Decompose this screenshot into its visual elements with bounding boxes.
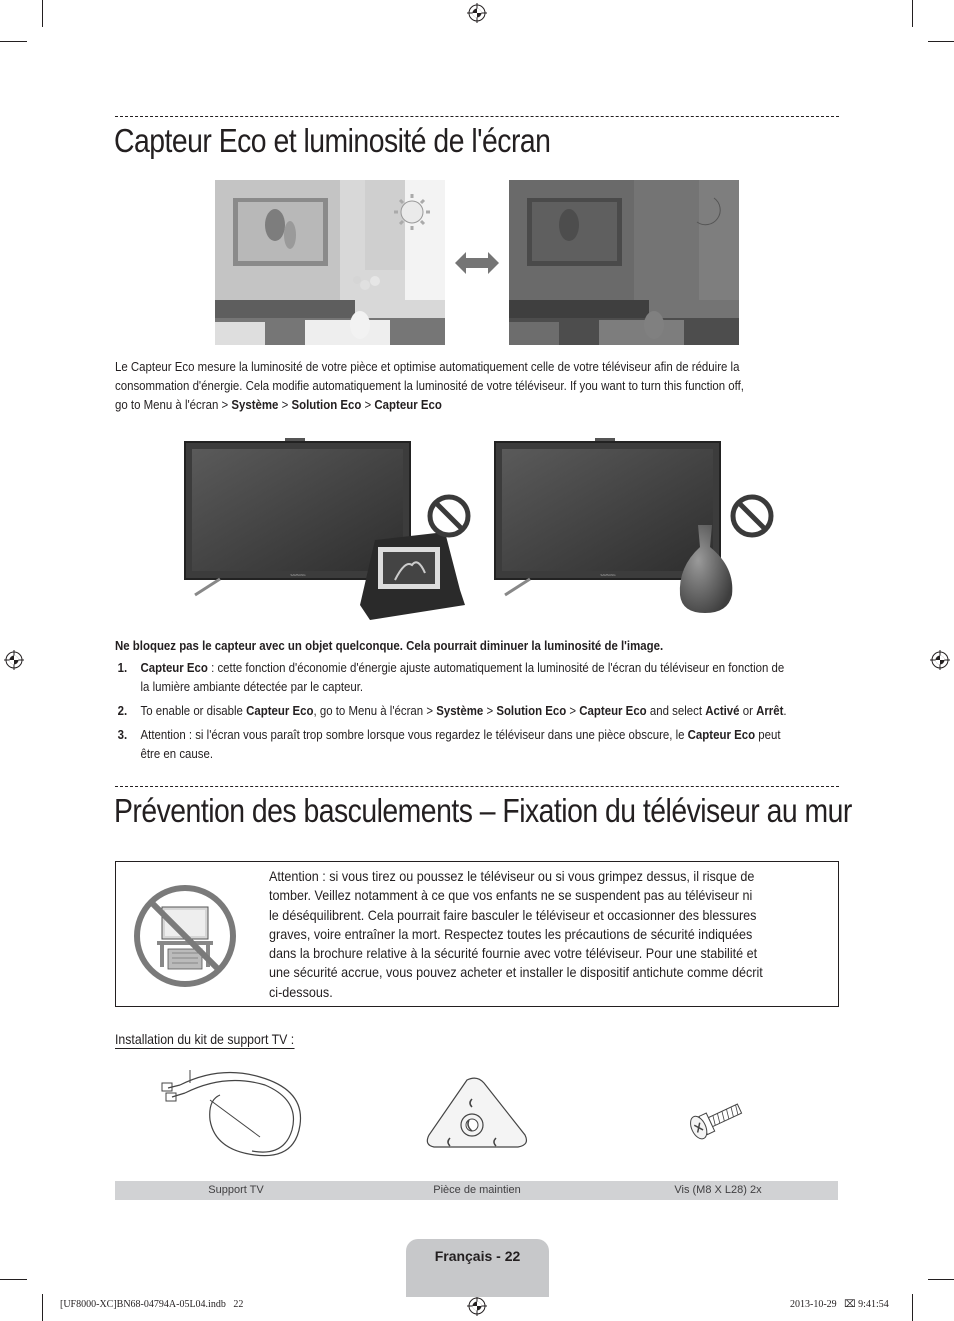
menu-path-sep: > <box>278 397 292 412</box>
list-text-part: la lumière ambiante détectée par le capt… <box>140 679 364 694</box>
menu-path-eco-solution: Solution Eco <box>291 397 362 412</box>
registration-mark-icon <box>467 3 487 23</box>
list-text: Attention : si l'écran vous paraît trop … <box>141 725 827 763</box>
list-text-part: , go to Menu à l'écran > <box>313 703 437 718</box>
term-eco-sensor: Capteur Eco <box>687 727 756 742</box>
warning-line: une sécurité accrue, vous pouvez acheter… <box>269 964 763 981</box>
term-eco-sensor: Capteur Eco <box>579 703 647 718</box>
print-timestamp: 2013-10-29 ⌧ 9:41:54 <box>790 1299 889 1310</box>
menu-path-eco-sensor: Capteur Eco <box>374 397 442 412</box>
bright-room-photo <box>215 180 445 345</box>
list-number: 3. <box>117 727 128 742</box>
section-divider <box>115 116 839 117</box>
kit-item-label: Pièce de maintien <box>433 1184 521 1196</box>
list-text: Capteur Eco : cette fonction d'économie … <box>141 658 827 696</box>
menu-path-sep: > <box>361 397 375 412</box>
list-number: 2. <box>117 703 128 718</box>
list-text-part: To enable or disable <box>140 703 247 718</box>
prohibited-icon <box>427 494 471 538</box>
list-text-part: peut <box>755 727 781 742</box>
list-text: To enable or disable Capteur Eco, go to … <box>141 701 827 720</box>
warning-line: tomber. Veillez notamment à ce que vos e… <box>269 887 753 904</box>
tv-with-vase-illustration: SAMSUNG <box>494 438 733 613</box>
registration-mark-icon <box>4 650 24 670</box>
holder-piece-illustration <box>426 1077 528 1148</box>
screw-illustration <box>690 1103 743 1140</box>
prohibited-icon <box>730 494 774 538</box>
kit-item-label: Vis (M8 X L28) 2x <box>674 1184 762 1196</box>
menu-path-system: Système <box>231 397 279 412</box>
term-eco-sensor: Capteur Eco <box>246 703 314 718</box>
dim-room-photo <box>509 180 739 345</box>
section-divider <box>115 786 839 787</box>
intro-line: Le Capteur Eco mesure la luminosité de v… <box>115 359 740 374</box>
list-text-part: or <box>739 703 757 718</box>
warning-line: le déséquilibrent. Cela pourrait faire b… <box>269 906 757 923</box>
list-number: 1. <box>117 660 128 675</box>
intro-line: consommation d'énergie. Cela modifie aut… <box>115 378 744 393</box>
term-on: Activé <box>705 703 740 718</box>
page-number-tab: Français - 22 <box>406 1239 549 1297</box>
list-text-part: > <box>566 703 580 718</box>
warning-line: ci-dessous. <box>269 983 333 1000</box>
support-cable-illustration <box>161 1070 302 1157</box>
intro-line: go to Menu à l'écran > Système > Solutio… <box>115 395 845 414</box>
no-climbing-tv-icon <box>134 885 236 987</box>
warning-line: Attention : si vous tirez ou poussez le … <box>269 868 755 884</box>
warning-line: graves, voire entraîner la mort. Respect… <box>269 925 753 942</box>
crop-mark <box>0 1279 27 1280</box>
crop-mark <box>0 41 27 42</box>
kit-item-label: Support TV <box>208 1184 264 1196</box>
registration-mark-icon <box>467 1296 487 1316</box>
crop-mark <box>928 1279 954 1280</box>
tip-warning-text: Attention : si vous tirez ou poussez le … <box>269 867 809 1002</box>
kit-heading: Installation du kit de support TV : <box>115 1031 295 1049</box>
term-system: Système <box>436 703 484 718</box>
sensor-block-warning: Ne bloquez pas le capteur avec un objet … <box>115 638 664 653</box>
menu-path-prefix: go to Menu à l'écran > <box>115 397 232 412</box>
page-number: Français - 22 <box>434 1248 521 1264</box>
section-title-tip-prevention: Prévention des basculements – Fixation d… <box>114 792 852 829</box>
section-title-eco-sensor: Capteur Eco et luminosité de l'écran <box>114 122 551 159</box>
kit-items-bar: Support TV Pièce de maintien Vis (M8 X L… <box>115 1181 838 1200</box>
list-text-part: : cette fonction d'économie d'énergie aj… <box>207 660 785 675</box>
tv-brand-logo: SAMSUNG <box>290 573 306 577</box>
crop-mark <box>912 1294 913 1321</box>
crop-mark <box>42 1294 43 1321</box>
registration-mark-icon <box>930 650 950 670</box>
eco-sensor-intro: Le Capteur Eco mesure la luminosité de v… <box>115 357 845 414</box>
list-text-part: > <box>483 703 497 718</box>
term-eco-sensor: Capteur Eco <box>140 660 208 675</box>
warning-line: dans la brochure relative à la sécurité … <box>269 945 758 962</box>
crop-mark <box>928 41 954 42</box>
tv-brand-logo: SAMSUNG <box>600 573 616 577</box>
term-off: Arrêt <box>756 703 784 718</box>
double-arrow-icon <box>455 252 499 274</box>
print-file-info: [UF8000-XC]BN68-04794A-05L04.indb 22 <box>60 1299 244 1310</box>
term-eco-solution: Solution Eco <box>496 703 567 718</box>
list-text-part: and select <box>646 703 706 718</box>
crop-mark <box>912 0 913 27</box>
list-text-part: Attention : si l'écran vous paraît trop … <box>140 727 688 742</box>
crop-mark <box>42 0 43 27</box>
list-text-part: . <box>783 703 787 718</box>
list-text-part: être en cause. <box>140 746 214 761</box>
